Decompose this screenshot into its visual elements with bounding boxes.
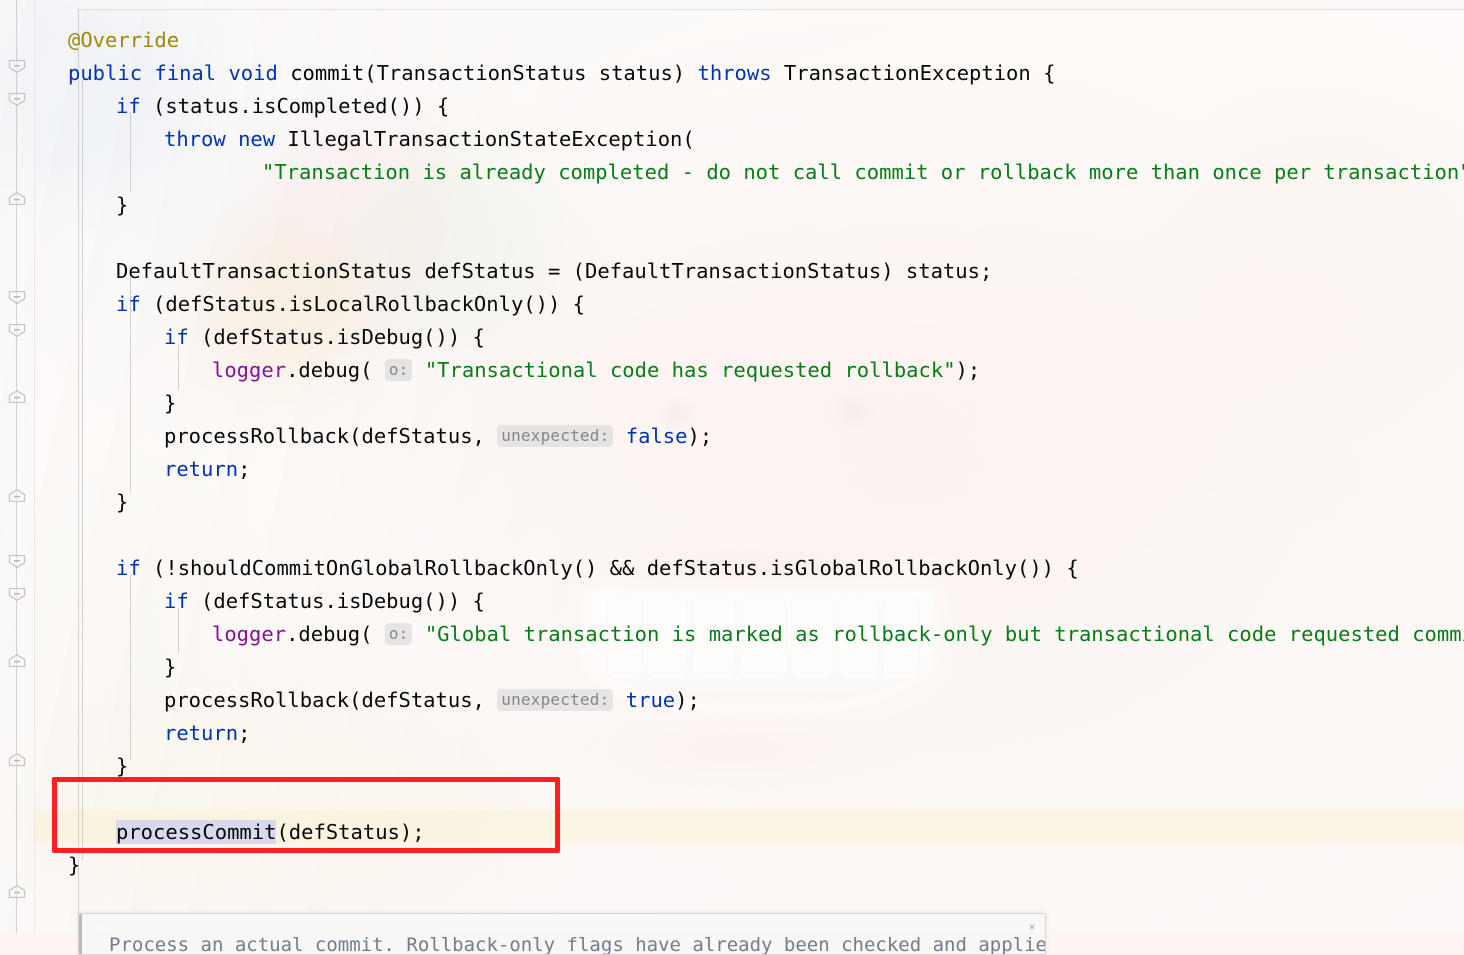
code-line[interactable]: logger.debug( o: "Global transaction is …	[212, 618, 1464, 651]
code-line[interactable]: }	[68, 849, 80, 882]
inlay-parameter-hint: o:	[384, 623, 413, 645]
documentation-tooltip[interactable]: Process an actual commit. Rollback-only …	[78, 913, 1046, 955]
code-line[interactable]: }	[116, 189, 128, 222]
keyword-token: public	[68, 61, 143, 85]
code-token: }	[116, 754, 129, 778]
code-line[interactable]: if (status.isCompleted()) {	[116, 90, 449, 123]
code-token: }	[68, 853, 81, 877]
code-token: processRollback(defStatus,	[164, 688, 498, 712]
code-token: (defStatus.isDebug()) {	[188, 589, 485, 613]
code-token: (defStatus.isDebug()) {	[188, 325, 485, 349]
keyword-token: true	[625, 688, 676, 712]
code-token: (TransactionStatus status)	[364, 61, 698, 85]
keyword-token: if	[164, 325, 189, 349]
code-token: (!shouldCommitOnGlobalRollbackOnly() && …	[140, 556, 1079, 580]
code-token: );	[955, 358, 981, 382]
string-literal: "Transactional code has requested rollba…	[424, 358, 956, 382]
code-token: processRollback(defStatus,	[164, 424, 498, 448]
code-token: (defStatus.isLocalRollbackOnly()) {	[140, 292, 586, 316]
code-token: ;	[238, 721, 251, 745]
code-line[interactable]: public final void commit(TransactionStat…	[68, 57, 1055, 90]
keyword-token: final	[154, 61, 217, 85]
code-token: }	[164, 391, 177, 415]
keyword-token: if	[116, 292, 141, 316]
code-token: .debug(	[286, 622, 385, 646]
code-line[interactable]: "Transaction is already completed - do n…	[262, 156, 1464, 189]
code-line[interactable]: if (defStatus.isLocalRollbackOnly()) {	[116, 288, 585, 321]
inlay-parameter-hint: unexpected:	[497, 689, 614, 711]
code-line[interactable]: logger.debug( o: "Transactional code has…	[212, 354, 980, 387]
code-line[interactable]: throw new IllegalTransactionStateExcepti…	[164, 123, 695, 156]
code-token: commit	[290, 61, 365, 85]
code-token: .debug(	[286, 358, 385, 382]
keyword-token: throws	[697, 61, 772, 85]
keyword-token: if	[116, 556, 141, 580]
keyword-token: void	[228, 61, 278, 85]
code-token: TransactionException {	[771, 61, 1056, 85]
code-token: }	[164, 655, 177, 679]
code-token: (status.isCompleted()) {	[140, 94, 450, 118]
keyword-token: if	[164, 589, 189, 613]
annotation-token: @Override	[68, 28, 180, 52]
code-token: }	[116, 490, 129, 514]
code-line[interactable]: @Override	[68, 24, 179, 57]
inlay-parameter-hint: unexpected:	[497, 425, 614, 447]
code-line[interactable]: }	[116, 486, 128, 519]
code-line[interactable]: return;	[164, 453, 250, 486]
keyword-token: return	[164, 457, 239, 481]
string-literal: "Global transaction is marked as rollbac…	[424, 622, 1464, 646]
code-token: DefaultTransactionStatus defStatus = (De…	[116, 259, 993, 283]
close-icon[interactable]: ×	[1025, 920, 1039, 934]
red-highlight-rectangle	[52, 777, 560, 853]
code-token: IllegalTransactionStateException(	[275, 127, 695, 151]
keyword-token: if	[116, 94, 141, 118]
keyword-token: false	[625, 424, 688, 448]
code-token: );	[675, 688, 700, 712]
code-line[interactable]: DefaultTransactionStatus defStatus = (De…	[116, 255, 992, 288]
code-line[interactable]: }	[164, 387, 176, 420]
code-line[interactable]: return;	[164, 717, 250, 750]
code-line[interactable]: if (!shouldCommitOnGlobalRollbackOnly() …	[116, 552, 1079, 585]
code-token: ;	[238, 457, 251, 481]
keyword-token: new	[238, 127, 276, 151]
code-line[interactable]: }	[164, 651, 176, 684]
code-line[interactable]: if (defStatus.isDebug()) {	[164, 321, 485, 354]
code-token: logger	[212, 622, 287, 646]
code-token: );	[687, 424, 713, 448]
doc-accent-bar	[79, 914, 82, 954]
code-token: }	[116, 193, 129, 217]
code-token: logger	[212, 358, 287, 382]
inlay-parameter-hint: o:	[384, 359, 413, 381]
code-line[interactable]: processRollback(defStatus, unexpected: t…	[164, 684, 700, 717]
string-literal: "Transaction is already completed - do n…	[262, 160, 1464, 184]
keyword-token: throw	[164, 127, 226, 151]
doc-tooltip-text: Process an actual commit. Rollback-only …	[109, 934, 1046, 955]
keyword-token: return	[164, 721, 239, 745]
code-line[interactable]: processRollback(defStatus, unexpected: f…	[164, 420, 712, 453]
code-line[interactable]: if (defStatus.isDebug()) {	[164, 585, 485, 618]
